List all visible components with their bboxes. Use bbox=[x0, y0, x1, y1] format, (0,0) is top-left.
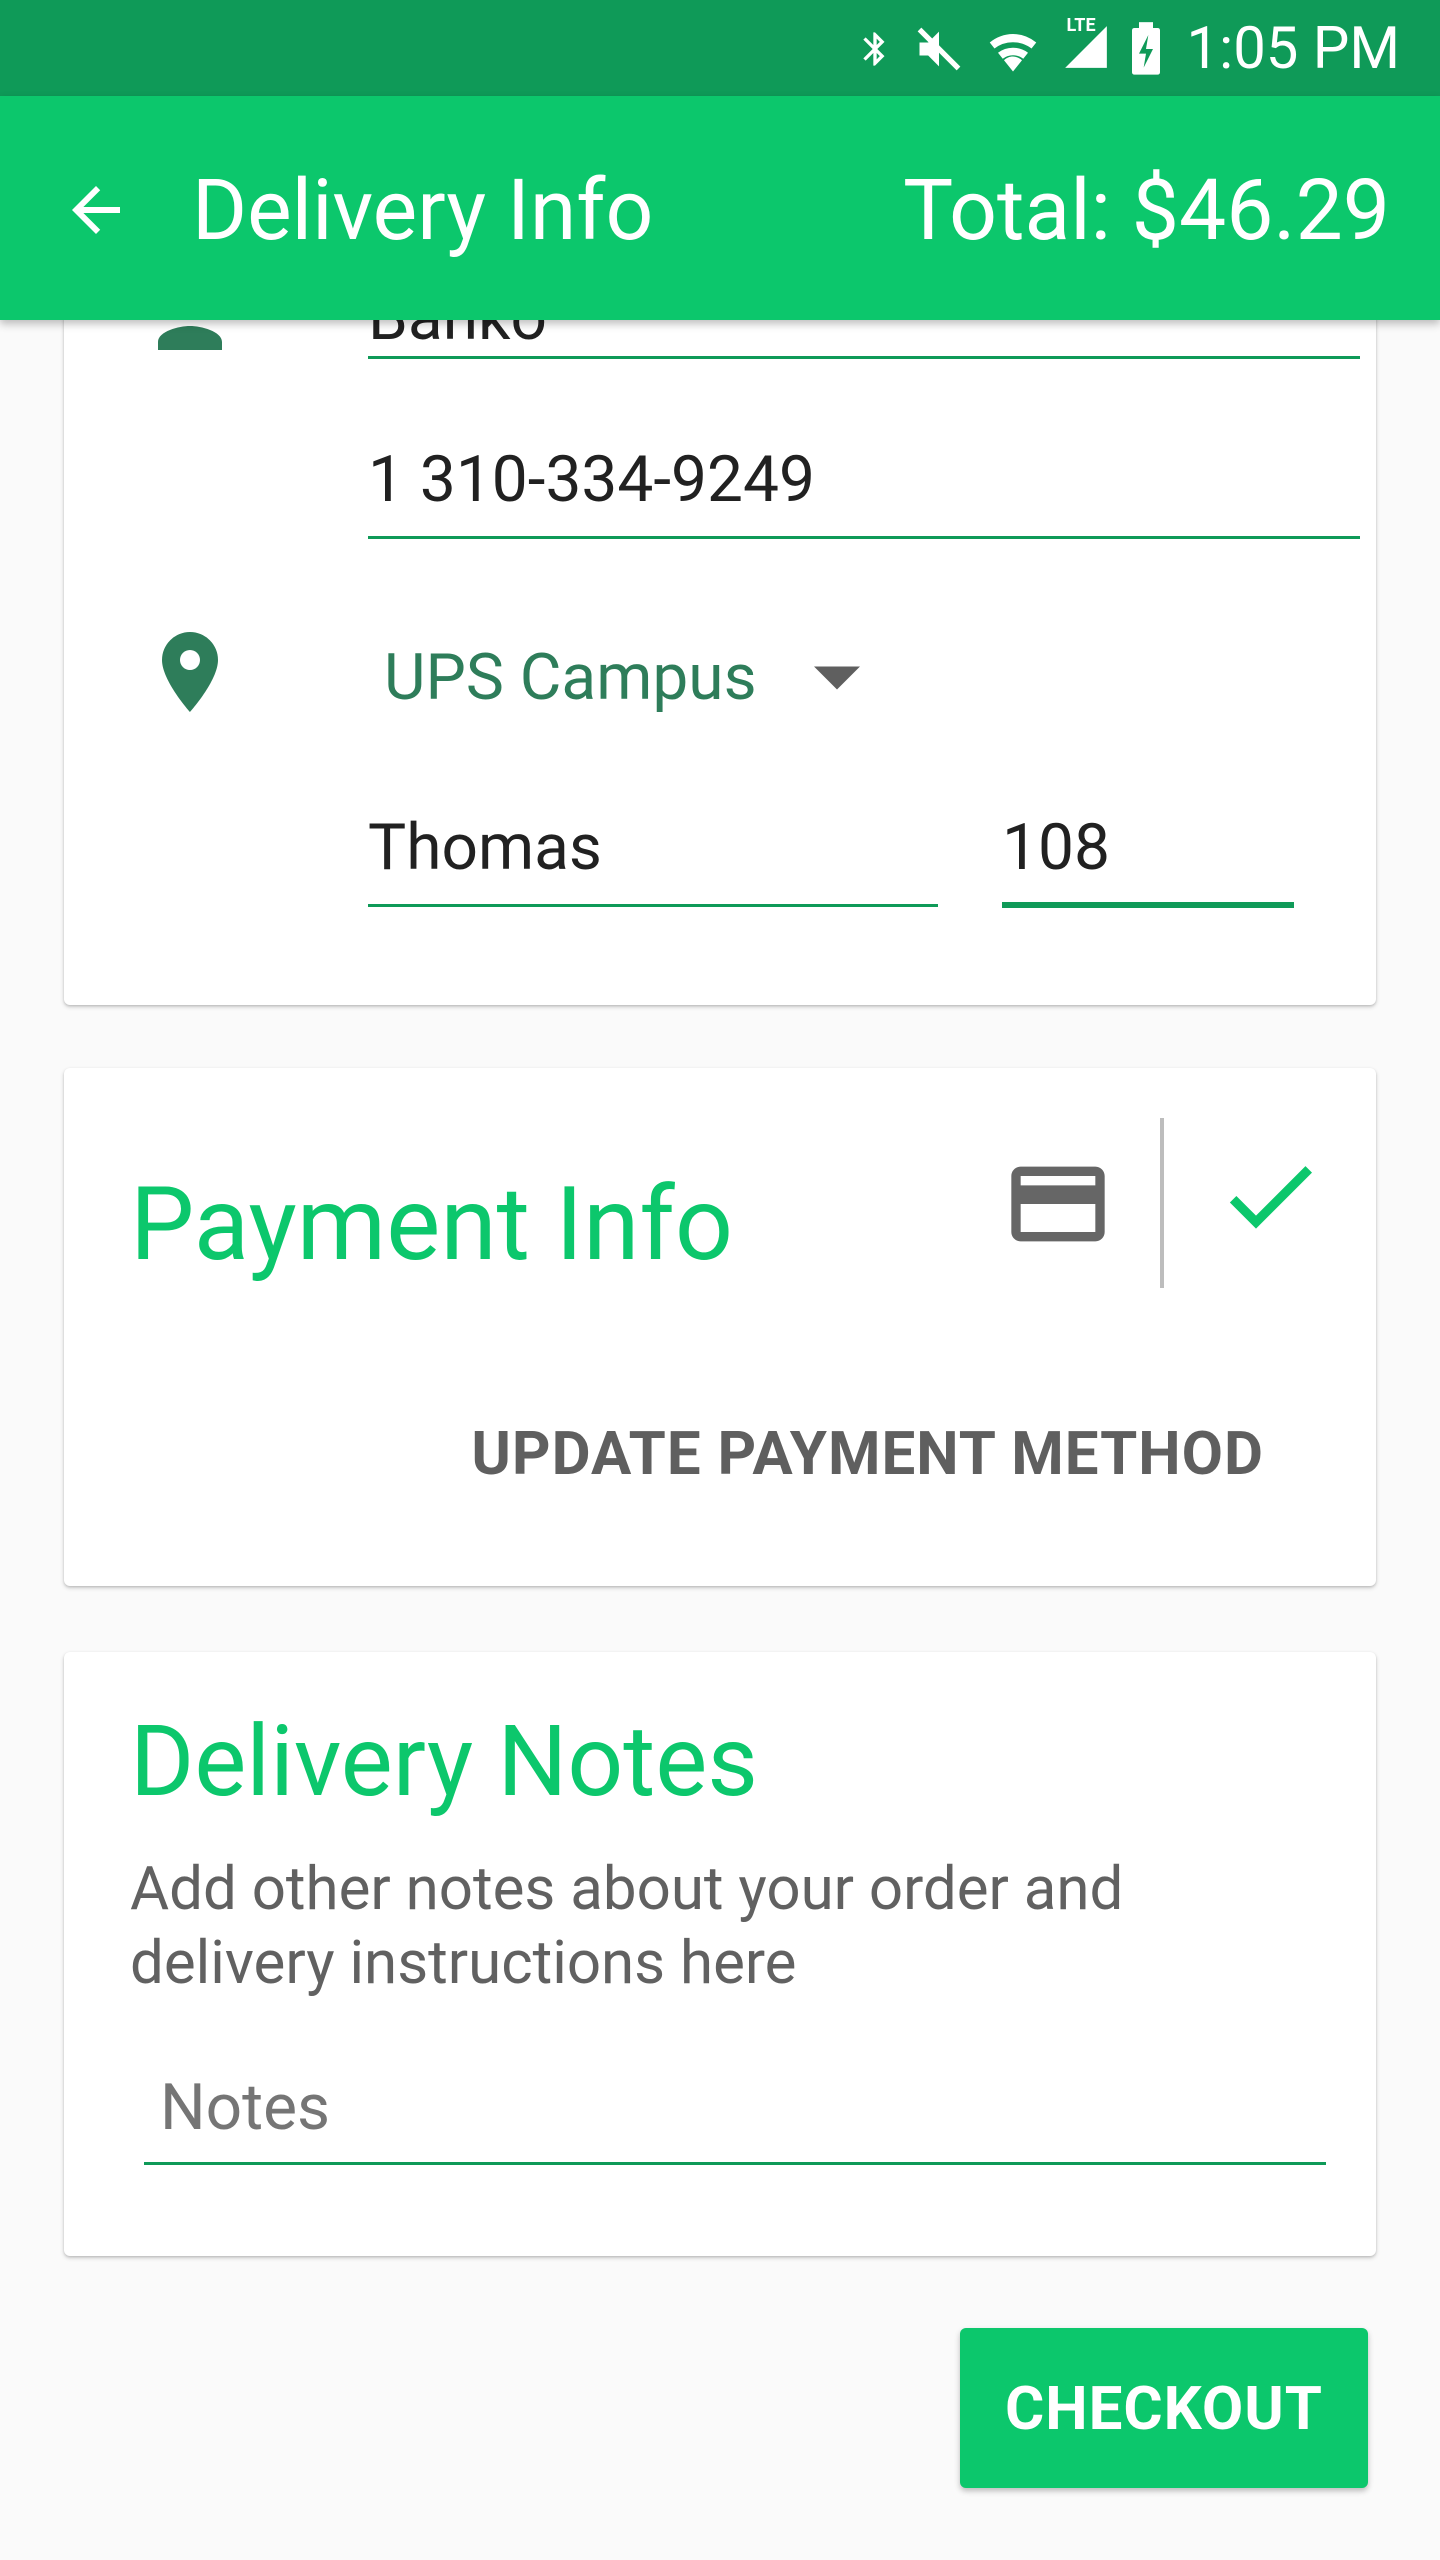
back-button[interactable] bbox=[52, 166, 140, 254]
notes-input[interactable] bbox=[144, 2052, 1326, 2165]
checkout-button[interactable]: CHECKOUT bbox=[960, 2328, 1368, 2488]
phone-field[interactable]: 1 310-334-9249 bbox=[368, 442, 815, 517]
battery-charging-icon bbox=[1131, 22, 1160, 75]
room-underline bbox=[1002, 902, 1294, 908]
status-time: 1:05 PM bbox=[1186, 15, 1400, 83]
checkmark-icon bbox=[1229, 1166, 1312, 1229]
payment-title: Payment Info bbox=[130, 1164, 734, 1284]
contact-card: Banko 1 310-334-9249 UPS Campus Thomas 1… bbox=[64, 260, 1376, 1005]
page-title: Delivery Info bbox=[192, 161, 654, 260]
status-bar: LTE 1:05 PM bbox=[0, 0, 1440, 96]
room-field[interactable]: 108 bbox=[1002, 810, 1110, 885]
credit-card-icon bbox=[1011, 1166, 1105, 1242]
name-underline bbox=[368, 356, 1360, 359]
building-field[interactable]: Thomas bbox=[368, 810, 602, 885]
wifi-icon bbox=[989, 34, 1036, 72]
update-payment-button[interactable]: UPDATE PAYMENT METHOD bbox=[471, 1418, 1264, 1489]
delivery-notes-description: Add other notes about your order and del… bbox=[130, 1853, 1124, 1998]
location-selected: UPS Campus bbox=[384, 640, 757, 715]
arrow-back-icon bbox=[72, 186, 120, 234]
location-dropdown[interactable]: UPS Campus bbox=[364, 630, 964, 730]
location-pin-icon bbox=[162, 632, 218, 712]
phone-underline bbox=[368, 536, 1360, 539]
lte-signal-icon: LTE bbox=[1061, 15, 1111, 77]
divider bbox=[1160, 1118, 1164, 1288]
mute-icon bbox=[917, 27, 960, 71]
payment-card: Payment Info UPDATE PAYMENT METHOD bbox=[64, 1068, 1376, 1586]
status-icons: LTE 1:05 PM bbox=[855, 14, 1400, 84]
app-bar: Delivery Info Total: $46.29 bbox=[0, 96, 1440, 320]
delivery-notes-title: Delivery Notes bbox=[130, 1704, 758, 1819]
bluetooth-icon bbox=[862, 32, 885, 66]
delivery-notes-card: Delivery Notes Add other notes about you… bbox=[64, 1652, 1376, 2256]
order-total: Total: $46.29 bbox=[903, 161, 1390, 260]
building-underline bbox=[368, 904, 938, 907]
dropdown-arrow-icon bbox=[814, 666, 860, 690]
